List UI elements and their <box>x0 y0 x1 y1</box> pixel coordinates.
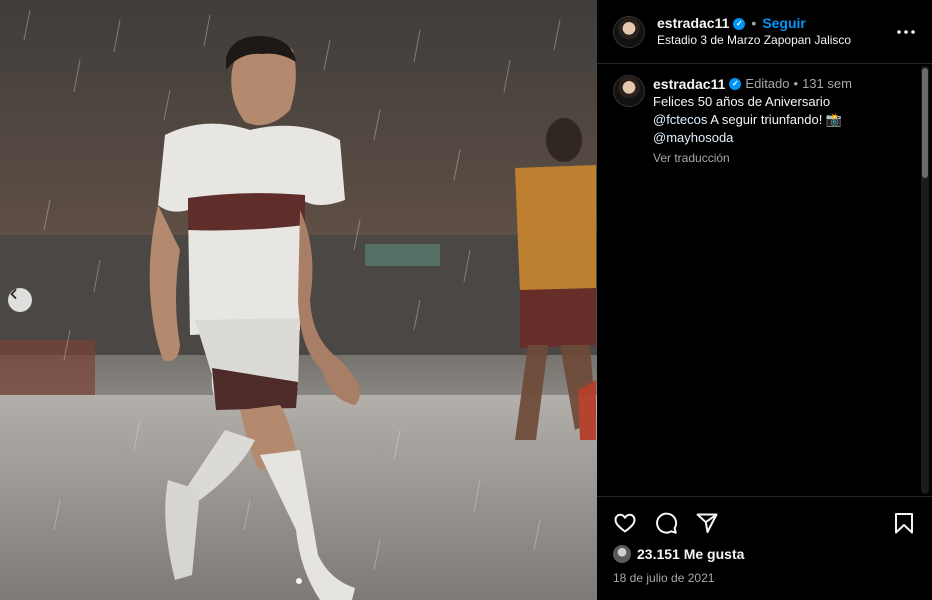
see-translation-button[interactable]: Ver traducción <box>653 149 852 167</box>
verified-badge-icon: ✓ <box>729 78 742 90</box>
mention-link[interactable]: @mayhosoda <box>653 130 733 145</box>
mention-link[interactable]: @fctecos <box>653 112 707 127</box>
separator-dot: • <box>751 15 757 32</box>
share-button[interactable] <box>695 511 719 535</box>
caption-username-link[interactable]: estradac11 <box>653 75 725 93</box>
action-bar <box>613 509 916 537</box>
post-date[interactable]: 18 de julio de 2021 <box>613 571 916 585</box>
caption-text-2: A seguir triunfando! 📸 <box>707 112 843 127</box>
share-icon <box>696 513 718 533</box>
time-ago[interactable]: 131 sem <box>802 75 852 93</box>
post-actions-section: 23.151 Me gusta 18 de julio de 2021 <box>597 496 932 585</box>
caption-line-3: @mayhosoda <box>653 129 852 147</box>
carousel-dot-active <box>295 578 302 584</box>
post-caption: estradac11 ✓ Editado • 131 sem Felices 5… <box>613 75 904 167</box>
edited-label: Editado <box>745 76 790 91</box>
post-header: estradac11 ✓ • Seguir Estadio 3 de Marzo… <box>597 0 932 64</box>
comments-area: estradac11 ✓ Editado • 131 sem Felices 5… <box>597 65 918 495</box>
soccer-player-in-rain-image <box>0 0 597 600</box>
comment-icon <box>656 512 678 534</box>
location-link[interactable]: Estadio 3 de Marzo Zapopan Jalisco <box>657 33 894 48</box>
caption-line-1: Felices 50 años de Aniversario <box>653 93 852 111</box>
separator-dot: • <box>793 76 799 91</box>
caption-body: estradac11 ✓ Editado • 131 sem Felices 5… <box>653 75 852 167</box>
follow-button[interactable]: Seguir <box>762 15 806 33</box>
chevron-left-icon <box>10 289 17 299</box>
save-button[interactable] <box>892 511 916 535</box>
more-horizontal-icon <box>897 29 915 34</box>
caption-avatar[interactable] <box>613 75 645 107</box>
carousel-prev-button[interactable] <box>8 288 32 312</box>
comments-scrollbar[interactable] <box>921 66 929 494</box>
post-header-text: estradac11 ✓ • Seguir Estadio 3 de Marzo… <box>657 15 894 48</box>
bookmark-icon <box>895 513 913 534</box>
verified-badge-icon: ✓ <box>733 18 746 30</box>
caption-line-2: @fctecos A seguir triunfando! 📸 <box>653 111 852 129</box>
caption-text-1: Felices 50 años de Aniversario <box>653 94 831 109</box>
liker-avatar <box>613 545 631 563</box>
comment-button[interactable] <box>654 511 678 535</box>
post-side-panel: estradac11 ✓ • Seguir Estadio 3 de Marzo… <box>597 0 932 600</box>
username-link[interactable]: estradac11 <box>657 15 729 33</box>
post-photo[interactable] <box>0 0 597 600</box>
likes-count[interactable]: 23.151 Me gusta <box>637 546 744 562</box>
carousel-indicator <box>295 578 302 584</box>
more-options-button[interactable] <box>894 20 918 44</box>
avatar[interactable] <box>613 15 645 48</box>
likes-row[interactable]: 23.151 Me gusta <box>613 545 916 563</box>
heart-icon <box>614 513 636 533</box>
like-button[interactable] <box>613 511 637 535</box>
scrollbar-thumb[interactable] <box>922 68 928 178</box>
